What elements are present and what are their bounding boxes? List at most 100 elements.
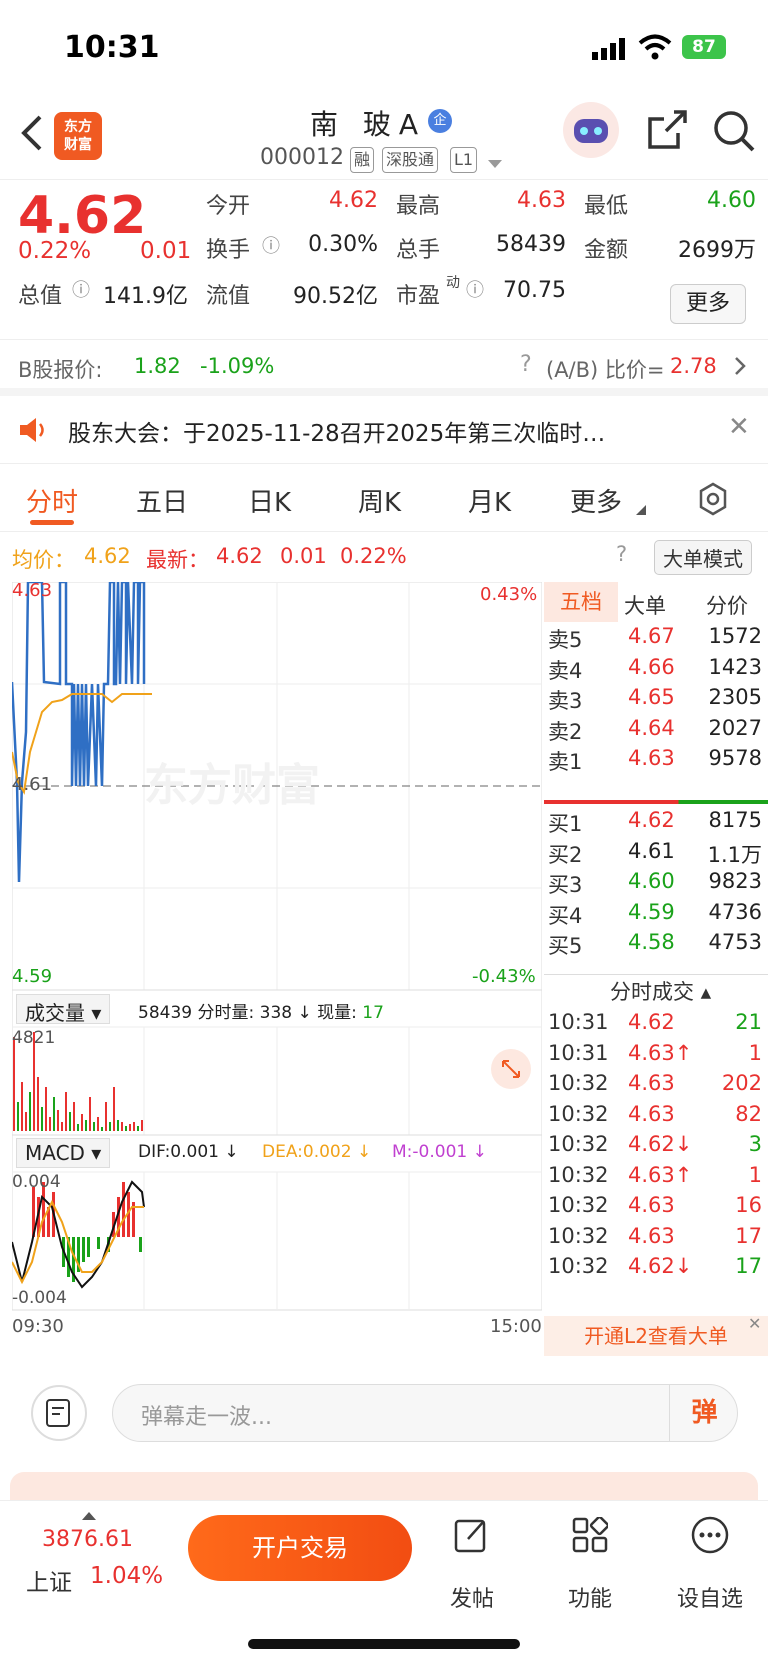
- bid-row[interactable]: 买3 4.60 9823: [544, 869, 768, 901]
- mcap-value: 141.9亿: [103, 284, 188, 309]
- chevron-down-icon[interactable]: [488, 155, 502, 174]
- brand-logo[interactable]: 东方 财富: [54, 112, 102, 160]
- pe-sup: 动: [446, 275, 460, 291]
- enterprise-badge: 企: [428, 109, 452, 133]
- search-icon[interactable]: [712, 109, 756, 157]
- trade-row[interactable]: 10:32 4.62↓ 17: [544, 1254, 768, 1286]
- notice-bar[interactable]: 股东大会：于2025-11-28召开2025年第三次临时… ✕: [0, 396, 768, 464]
- more-button[interactable]: 更多: [670, 284, 746, 324]
- bid-row[interactable]: 买2 4.61 1.1万: [544, 839, 768, 871]
- note-icon[interactable]: [30, 1384, 88, 1446]
- post-icon[interactable]: [454, 1517, 490, 1557]
- b-share-row[interactable]: B股报价: 1.82 -1.09% ? (A/B) 比价= 2.78: [0, 340, 768, 396]
- book-tab-five-level[interactable]: 五档: [544, 582, 618, 622]
- help-icon[interactable]: ?: [616, 542, 627, 566]
- book-tab-price[interactable]: 分价: [706, 590, 748, 620]
- nav-functions[interactable]: 功能: [545, 1581, 635, 1613]
- robot-assistant-icon[interactable]: [562, 101, 620, 163]
- bid-price: 4.60: [628, 869, 675, 893]
- bid-row[interactable]: 买5 4.58 4753: [544, 930, 768, 962]
- mcap-label: 总值: [18, 284, 63, 309]
- help-icon[interactable]: ?: [520, 352, 532, 377]
- tab-weekly-k[interactable]: 周K: [358, 482, 401, 519]
- average-price-row: 均价： 4.62 最新： 4.62 0.01 0.22% ? 大单模式: [0, 534, 768, 580]
- close-icon[interactable]: ✕: [748, 1314, 761, 1333]
- nav-post[interactable]: 发帖: [427, 1581, 517, 1613]
- current-price: 4.62: [18, 186, 147, 246]
- expand-icon[interactable]: [490, 1048, 532, 1094]
- trade-price: 4.63↑: [628, 1162, 693, 1187]
- ab-ratio-label: (A/B) 比价=: [546, 358, 665, 382]
- bid-price: 4.59: [628, 899, 675, 924]
- bid-label: 买1: [548, 812, 583, 836]
- trade-row[interactable]: 10:32 4.62↓ 3: [544, 1132, 768, 1164]
- trade-vol: 202: [721, 1071, 762, 1095]
- ask-label: 卖4: [548, 658, 583, 683]
- danmaku-input[interactable]: 弹幕走一波... 弹: [112, 1384, 738, 1442]
- trades-title[interactable]: 分时成交 ▴: [610, 976, 711, 1006]
- bid-row[interactable]: 买1 4.62 8175: [544, 808, 768, 840]
- bid-vol: 4753: [708, 930, 762, 954]
- trade-vol: 16: [735, 1193, 762, 1217]
- trade-time: 10:31: [548, 1040, 609, 1065]
- indicator-selector[interactable]: MACD ▾: [16, 1138, 111, 1168]
- tab-daily-k[interactable]: 日K: [248, 482, 291, 519]
- share-icon[interactable]: [646, 109, 688, 155]
- ask-label: 卖5: [548, 628, 583, 652]
- bid-label: 买3: [548, 873, 583, 897]
- trade-price: 4.63: [628, 1223, 675, 1248]
- trade-row[interactable]: 10:32 4.63 17: [544, 1224, 768, 1256]
- ask-row[interactable]: 卖2 4.64 2027: [544, 716, 768, 748]
- trade-vol: 17: [735, 1223, 762, 1248]
- l2-upgrade-banner[interactable]: 开通L2查看大单: [544, 1316, 768, 1356]
- ask-row[interactable]: 卖1 4.63 9578: [544, 746, 768, 778]
- bid-row[interactable]: 买4 4.59 4736: [544, 900, 768, 932]
- info-icon[interactable]: ⓘ: [466, 276, 484, 302]
- index-value[interactable]: 3876.61: [42, 1527, 133, 1552]
- trade-row[interactable]: 10:32 4.63↑ 1: [544, 1163, 768, 1195]
- trade-row[interactable]: 10:31 4.63↑ 1: [544, 1041, 768, 1073]
- watchlist-icon[interactable]: [690, 1515, 730, 1559]
- trade-row[interactable]: 10:31 4.62 21: [544, 1010, 768, 1042]
- volume-selector[interactable]: 成交量 ▾: [16, 994, 111, 1025]
- bid-price: 4.62: [628, 808, 675, 832]
- open-label: 今开: [206, 194, 251, 219]
- index-pct[interactable]: 1.04%: [90, 1563, 163, 1589]
- trade-row[interactable]: 10:32 4.63 202: [544, 1071, 768, 1103]
- danmaku-send-button[interactable]: 弹: [669, 1385, 739, 1441]
- nav-add-watchlist[interactable]: 设自选: [665, 1581, 755, 1613]
- grid-icon[interactable]: [572, 1515, 610, 1557]
- tab-monthly-k[interactable]: 月K: [468, 482, 511, 519]
- open-account-button[interactable]: 开户交易: [188, 1515, 412, 1581]
- trade-row[interactable]: 10:32 4.63 16: [544, 1193, 768, 1225]
- trade-row[interactable]: 10:32 4.63 82: [544, 1102, 768, 1134]
- info-icon[interactable]: ⓘ: [72, 276, 90, 302]
- ask-row[interactable]: 卖4 4.66 1423: [544, 655, 768, 687]
- book-tab-big-order[interactable]: 大单: [624, 590, 666, 620]
- tab-five-day[interactable]: 五日: [136, 482, 188, 519]
- gear-icon[interactable]: [696, 482, 730, 520]
- close-icon[interactable]: ✕: [728, 412, 750, 442]
- info-icon[interactable]: ⓘ: [262, 232, 280, 258]
- wifi-icon: [638, 34, 672, 64]
- latest-pct: 0.22%: [340, 544, 407, 568]
- turnover-label: 换手: [206, 238, 251, 263]
- tab-more[interactable]: 更多: [570, 482, 622, 519]
- low-value: 4.60: [707, 188, 756, 213]
- chevron-right-icon[interactable]: [734, 356, 746, 380]
- index-name[interactable]: 上证: [26, 1563, 72, 1597]
- intraday-chart[interactable]: 东方财富 4.63 4.61 4.59 0.43% -0.43% 成交量 ▾ 5…: [10, 580, 543, 1342]
- tab-intraday[interactable]: 分时: [26, 482, 78, 519]
- promo-banner[interactable]: [10, 1472, 758, 1502]
- status-bar: 10:31 87: [0, 0, 768, 95]
- book-divider: [544, 800, 768, 804]
- change-amount: 0.01: [140, 238, 192, 264]
- trade-time: 10:32: [548, 1162, 609, 1187]
- x-axis-start: 09:30: [12, 1316, 64, 1337]
- m-value: M:-0.001 ↓: [392, 1142, 487, 1162]
- y-axis-bottom: 4.59: [12, 966, 53, 987]
- ask-row[interactable]: 卖3 4.65 2305: [544, 685, 768, 717]
- ask-row[interactable]: 卖5 4.67 1572: [544, 624, 768, 656]
- back-icon[interactable]: [18, 113, 44, 157]
- big-order-mode-button[interactable]: 大单模式: [654, 540, 752, 575]
